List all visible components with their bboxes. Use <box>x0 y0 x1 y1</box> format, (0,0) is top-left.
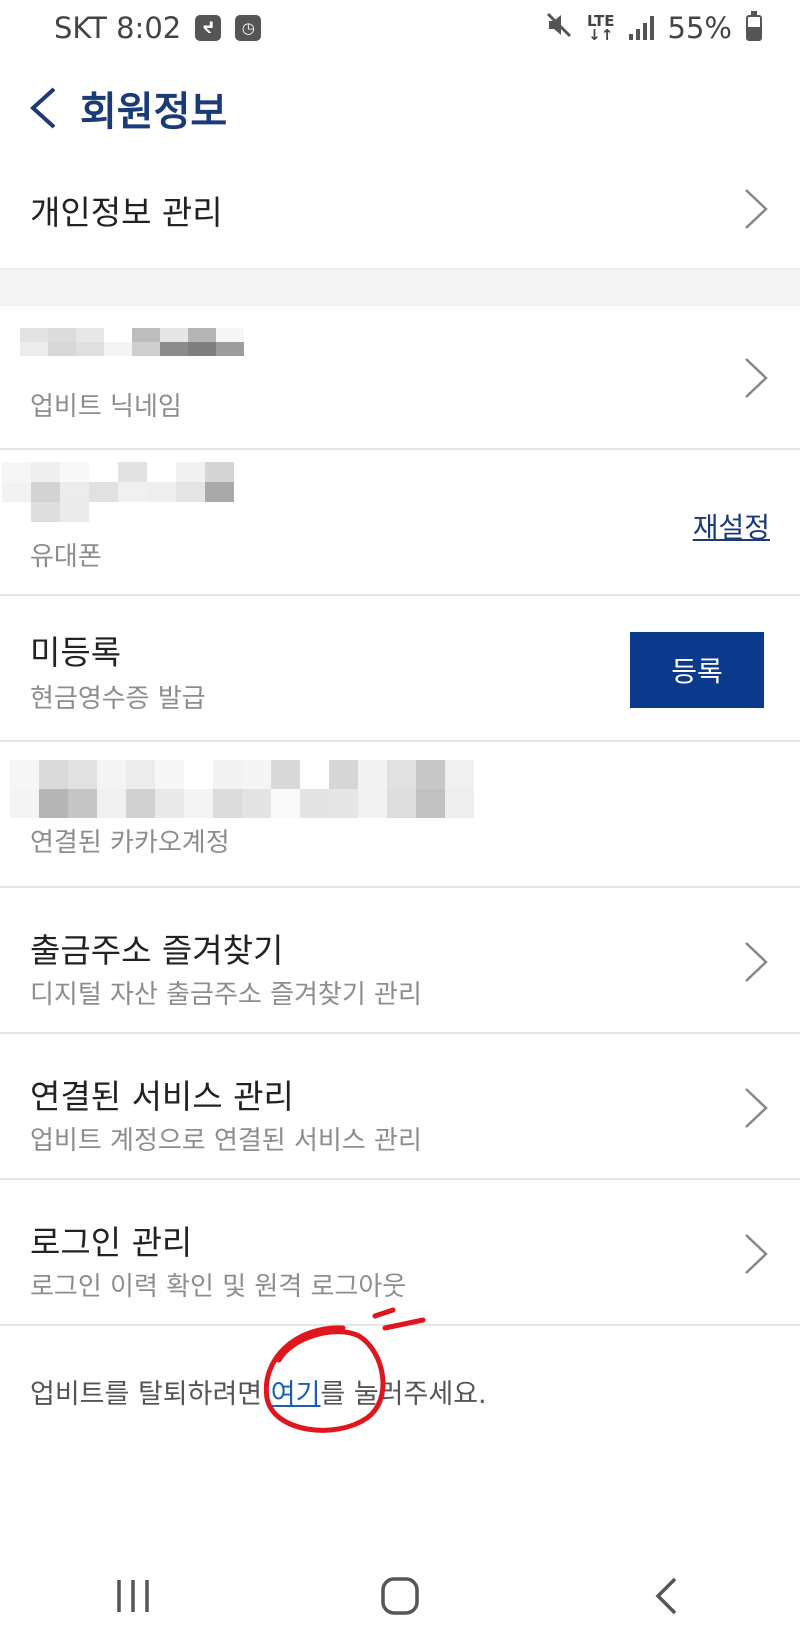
chevron-right-icon <box>745 942 768 982</box>
row-kakao: 연결된 카카오계정 <box>0 742 800 888</box>
register-button[interactable]: 등록 <box>630 632 764 708</box>
receipt-label: 현금영수증 발급 <box>30 684 206 714</box>
mute-icon <box>545 11 573 46</box>
lte-label: LTE <box>586 12 615 30</box>
row-personal-info[interactable]: 개인정보 관리 <box>0 150 800 268</box>
status-right: LTE ↓↑ 55% <box>545 11 762 46</box>
home-icon[interactable] <box>360 1566 440 1626</box>
services-title: 연결된 서비스 관리 <box>30 1077 294 1116</box>
chevron-right-icon <box>745 189 768 229</box>
system-navigation-bar <box>0 1548 800 1644</box>
signal-icon <box>628 16 654 40</box>
login-title: 로그인 관리 <box>30 1223 193 1262</box>
kakao-pixelated <box>10 760 474 818</box>
row-address-favorites[interactable]: 출금주소 즐겨찾기 디지털 자산 출금주소 즐겨찾기 관리 <box>0 888 800 1034</box>
back-arrow-icon[interactable] <box>28 85 62 131</box>
chevron-right-icon <box>745 1234 768 1274</box>
header: 회원정보 <box>0 68 800 148</box>
kakao-label: 연결된 카카오계정 <box>30 828 230 858</box>
back-icon[interactable] <box>627 1566 707 1626</box>
nickname-label: 업비트 닉네임 <box>30 392 182 422</box>
receipt-status: 미등록 <box>30 633 122 672</box>
withdraw-link[interactable]: 여기 <box>271 1379 321 1410</box>
status-bar: SKT 8:02 ᔪ ◷ LTE ↓↑ 55% <box>0 0 800 56</box>
chevron-right-icon <box>745 1088 768 1128</box>
row-nickname[interactable]: 업비트 닉네임 <box>0 304 800 450</box>
withdraw-text: 업비트를 탈퇴하려면 여기를 눌러주세요. <box>30 1372 487 1411</box>
chevron-right-icon <box>745 358 768 398</box>
recent-apps-icon[interactable] <box>93 1566 173 1626</box>
address-title: 출금주소 즐겨찾기 <box>30 931 284 970</box>
page-title: 회원정보 <box>80 89 228 135</box>
status-left: SKT 8:02 ᔪ ◷ <box>54 11 262 45</box>
row-cash-receipt: 미등록 현금영수증 발급 등록 <box>0 596 800 742</box>
phone-pixelated <box>2 462 234 522</box>
carrier-time: SKT 8:02 <box>54 11 182 45</box>
login-sub: 로그인 이력 확인 및 원격 로그아웃 <box>30 1272 407 1302</box>
lte-icon: LTE ↓↑ <box>586 12 615 44</box>
phone-label: 유대폰 <box>30 542 102 572</box>
battery-fill <box>748 26 760 39</box>
phone-reset-link[interactable]: 재설정 <box>693 506 770 546</box>
withdraw-before: 업비트를 탈퇴하려면 <box>30 1379 271 1410</box>
battery-percent: 55% <box>667 11 732 45</box>
row-linked-services[interactable]: 연결된 서비스 관리 업비트 계정으로 연결된 서비스 관리 <box>0 1034 800 1180</box>
clock-icon: ◷ <box>235 15 262 41</box>
personal-info-label: 개인정보 관리 <box>30 193 223 232</box>
row-login-management[interactable]: 로그인 관리 로그인 이력 확인 및 원격 로그아웃 <box>0 1180 800 1326</box>
section-divider <box>0 268 800 306</box>
row-phone: 유대폰 재설정 <box>0 450 800 596</box>
withdraw-after: 를 눌러주세요. <box>320 1379 487 1410</box>
address-sub: 디지털 자산 출금주소 즐겨찾기 관리 <box>30 980 422 1010</box>
services-sub: 업비트 계정으로 연결된 서비스 관리 <box>30 1126 422 1156</box>
battery-icon <box>746 11 762 41</box>
nickname-pixelated <box>20 328 244 356</box>
notification-icon: ᔪ <box>195 15 222 41</box>
